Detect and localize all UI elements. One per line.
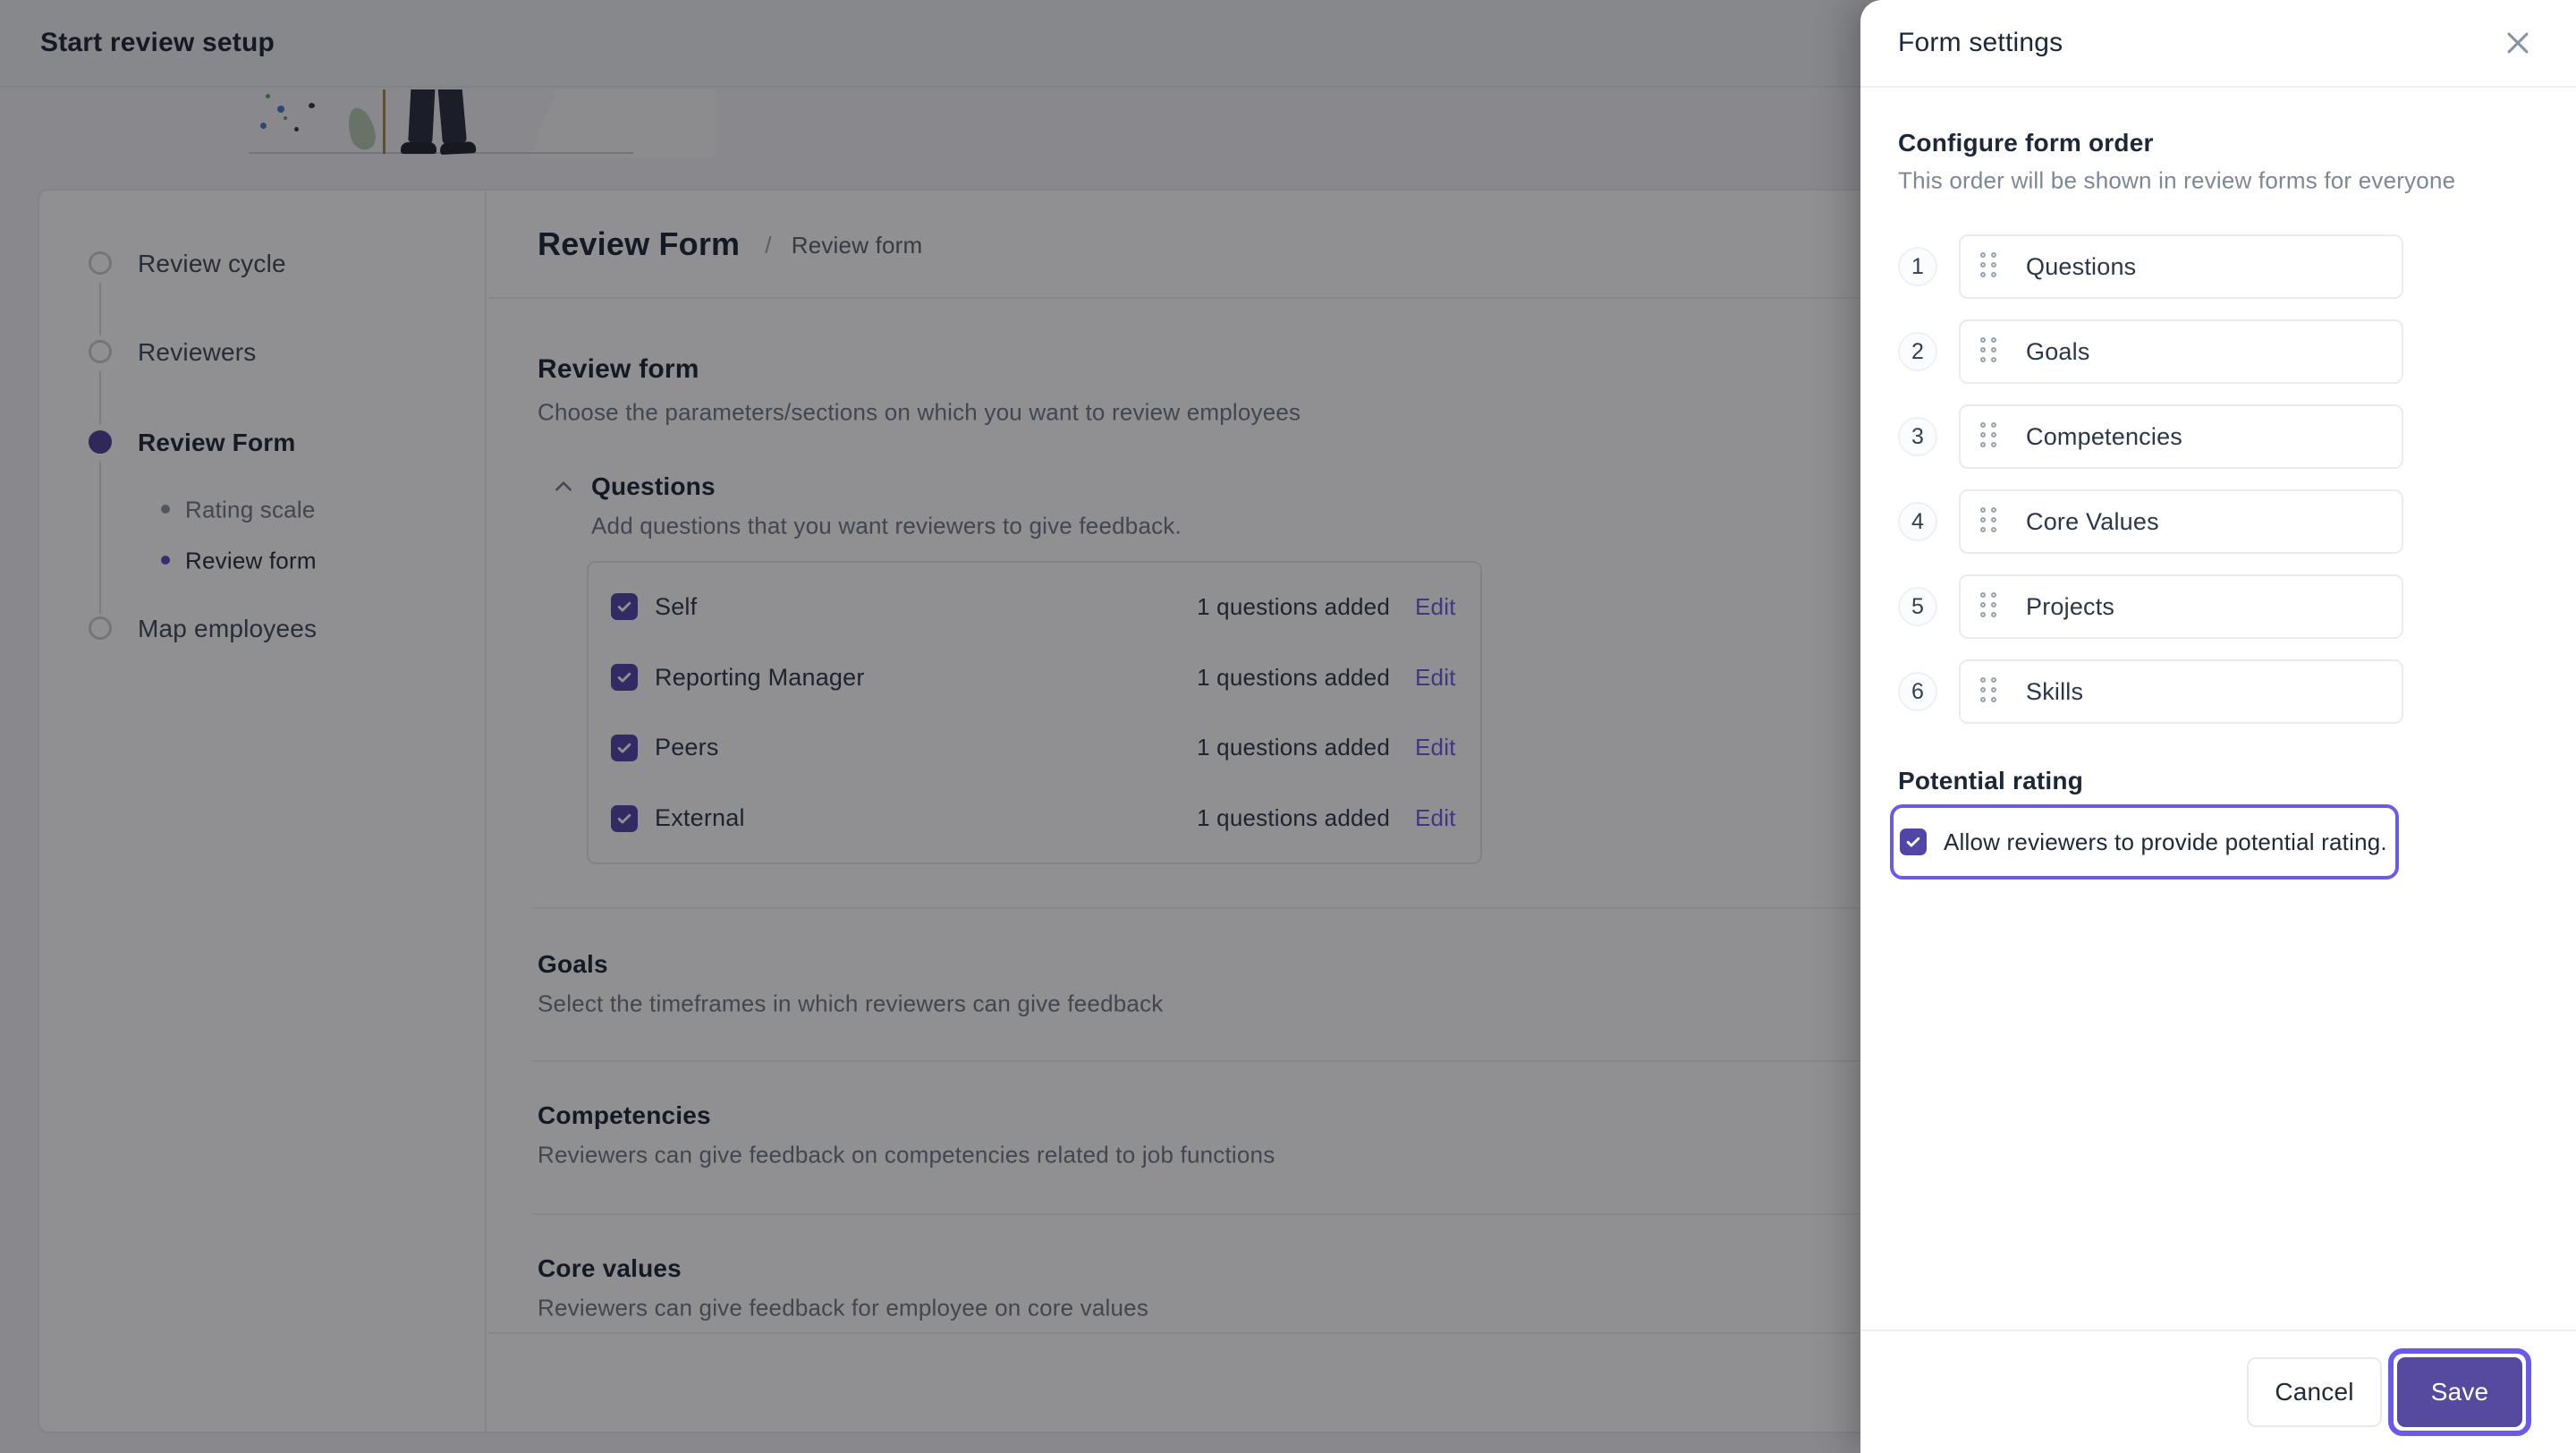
panel-title: Form settings	[1898, 28, 2063, 57]
drag-handle-icon[interactable]	[1980, 336, 1997, 367]
potential-rating-label: Allow reviewers to provide potential rat…	[1944, 828, 2387, 855]
order-card-competencies[interactable]: Competencies	[1959, 404, 2403, 469]
form-settings-panel: Form settings Configure form order This …	[1860, 0, 2576, 1453]
drag-handle-icon[interactable]	[1980, 251, 1997, 282]
order-card-core-values[interactable]: Core Values	[1959, 489, 2403, 554]
save-button-highlight-ring: Save	[2388, 1348, 2531, 1436]
panel-footer: Cancel Save	[1860, 1330, 2576, 1453]
panel-header: Form settings	[1860, 0, 2576, 88]
drag-handle-icon[interactable]	[1980, 591, 1997, 622]
order-row-projects: 5 Projects	[1898, 574, 2403, 639]
order-row-questions: 1 Questions	[1898, 234, 2403, 299]
order-number-badge: 1	[1898, 247, 1937, 286]
order-number-badge: 6	[1898, 672, 1937, 711]
order-row-goals: 2 Goals	[1898, 319, 2403, 384]
order-number-badge: 3	[1898, 417, 1937, 456]
drag-handle-icon[interactable]	[1980, 421, 1997, 452]
order-card-projects[interactable]: Projects	[1959, 574, 2403, 639]
order-row-competencies: 3 Competencies	[1898, 404, 2403, 469]
order-row-skills: 6 Skills	[1898, 659, 2403, 724]
form-order-list: 1 Questions 2 Goals 3 Competencies 4 Cor…	[1898, 234, 2403, 744]
order-number-badge: 2	[1898, 332, 1937, 371]
check-icon	[1906, 837, 1920, 847]
potential-rating-title: Potential rating	[1898, 767, 2083, 794]
potential-rating-highlight-box: Allow reviewers to provide potential rat…	[1890, 804, 2399, 879]
order-number-badge: 4	[1898, 502, 1937, 541]
order-row-core-values: 4 Core Values	[1898, 489, 2403, 554]
configure-form-order-subtitle: This order will be shown in review forms…	[1898, 166, 2456, 194]
order-number-badge: 5	[1898, 587, 1937, 626]
checkbox-potential-rating[interactable]	[1900, 828, 1927, 855]
drag-handle-icon[interactable]	[1980, 676, 1997, 707]
cancel-button[interactable]: Cancel	[2247, 1357, 2382, 1427]
order-item-label: Questions	[2026, 252, 2137, 280]
order-card-questions[interactable]: Questions	[1959, 234, 2403, 299]
order-item-label: Goals	[2026, 337, 2090, 365]
save-button[interactable]: Save	[2397, 1357, 2522, 1427]
drag-handle-icon[interactable]	[1980, 506, 1997, 537]
order-item-label: Skills	[2026, 677, 2084, 705]
order-card-skills[interactable]: Skills	[1959, 659, 2403, 724]
order-item-label: Core Values	[2026, 507, 2159, 535]
order-item-label: Projects	[2026, 592, 2115, 620]
order-card-goals[interactable]: Goals	[1959, 319, 2403, 384]
close-icon[interactable]	[2503, 28, 2533, 58]
configure-form-order-title: Configure form order	[1898, 129, 2154, 157]
order-item-label: Competencies	[2026, 422, 2182, 450]
